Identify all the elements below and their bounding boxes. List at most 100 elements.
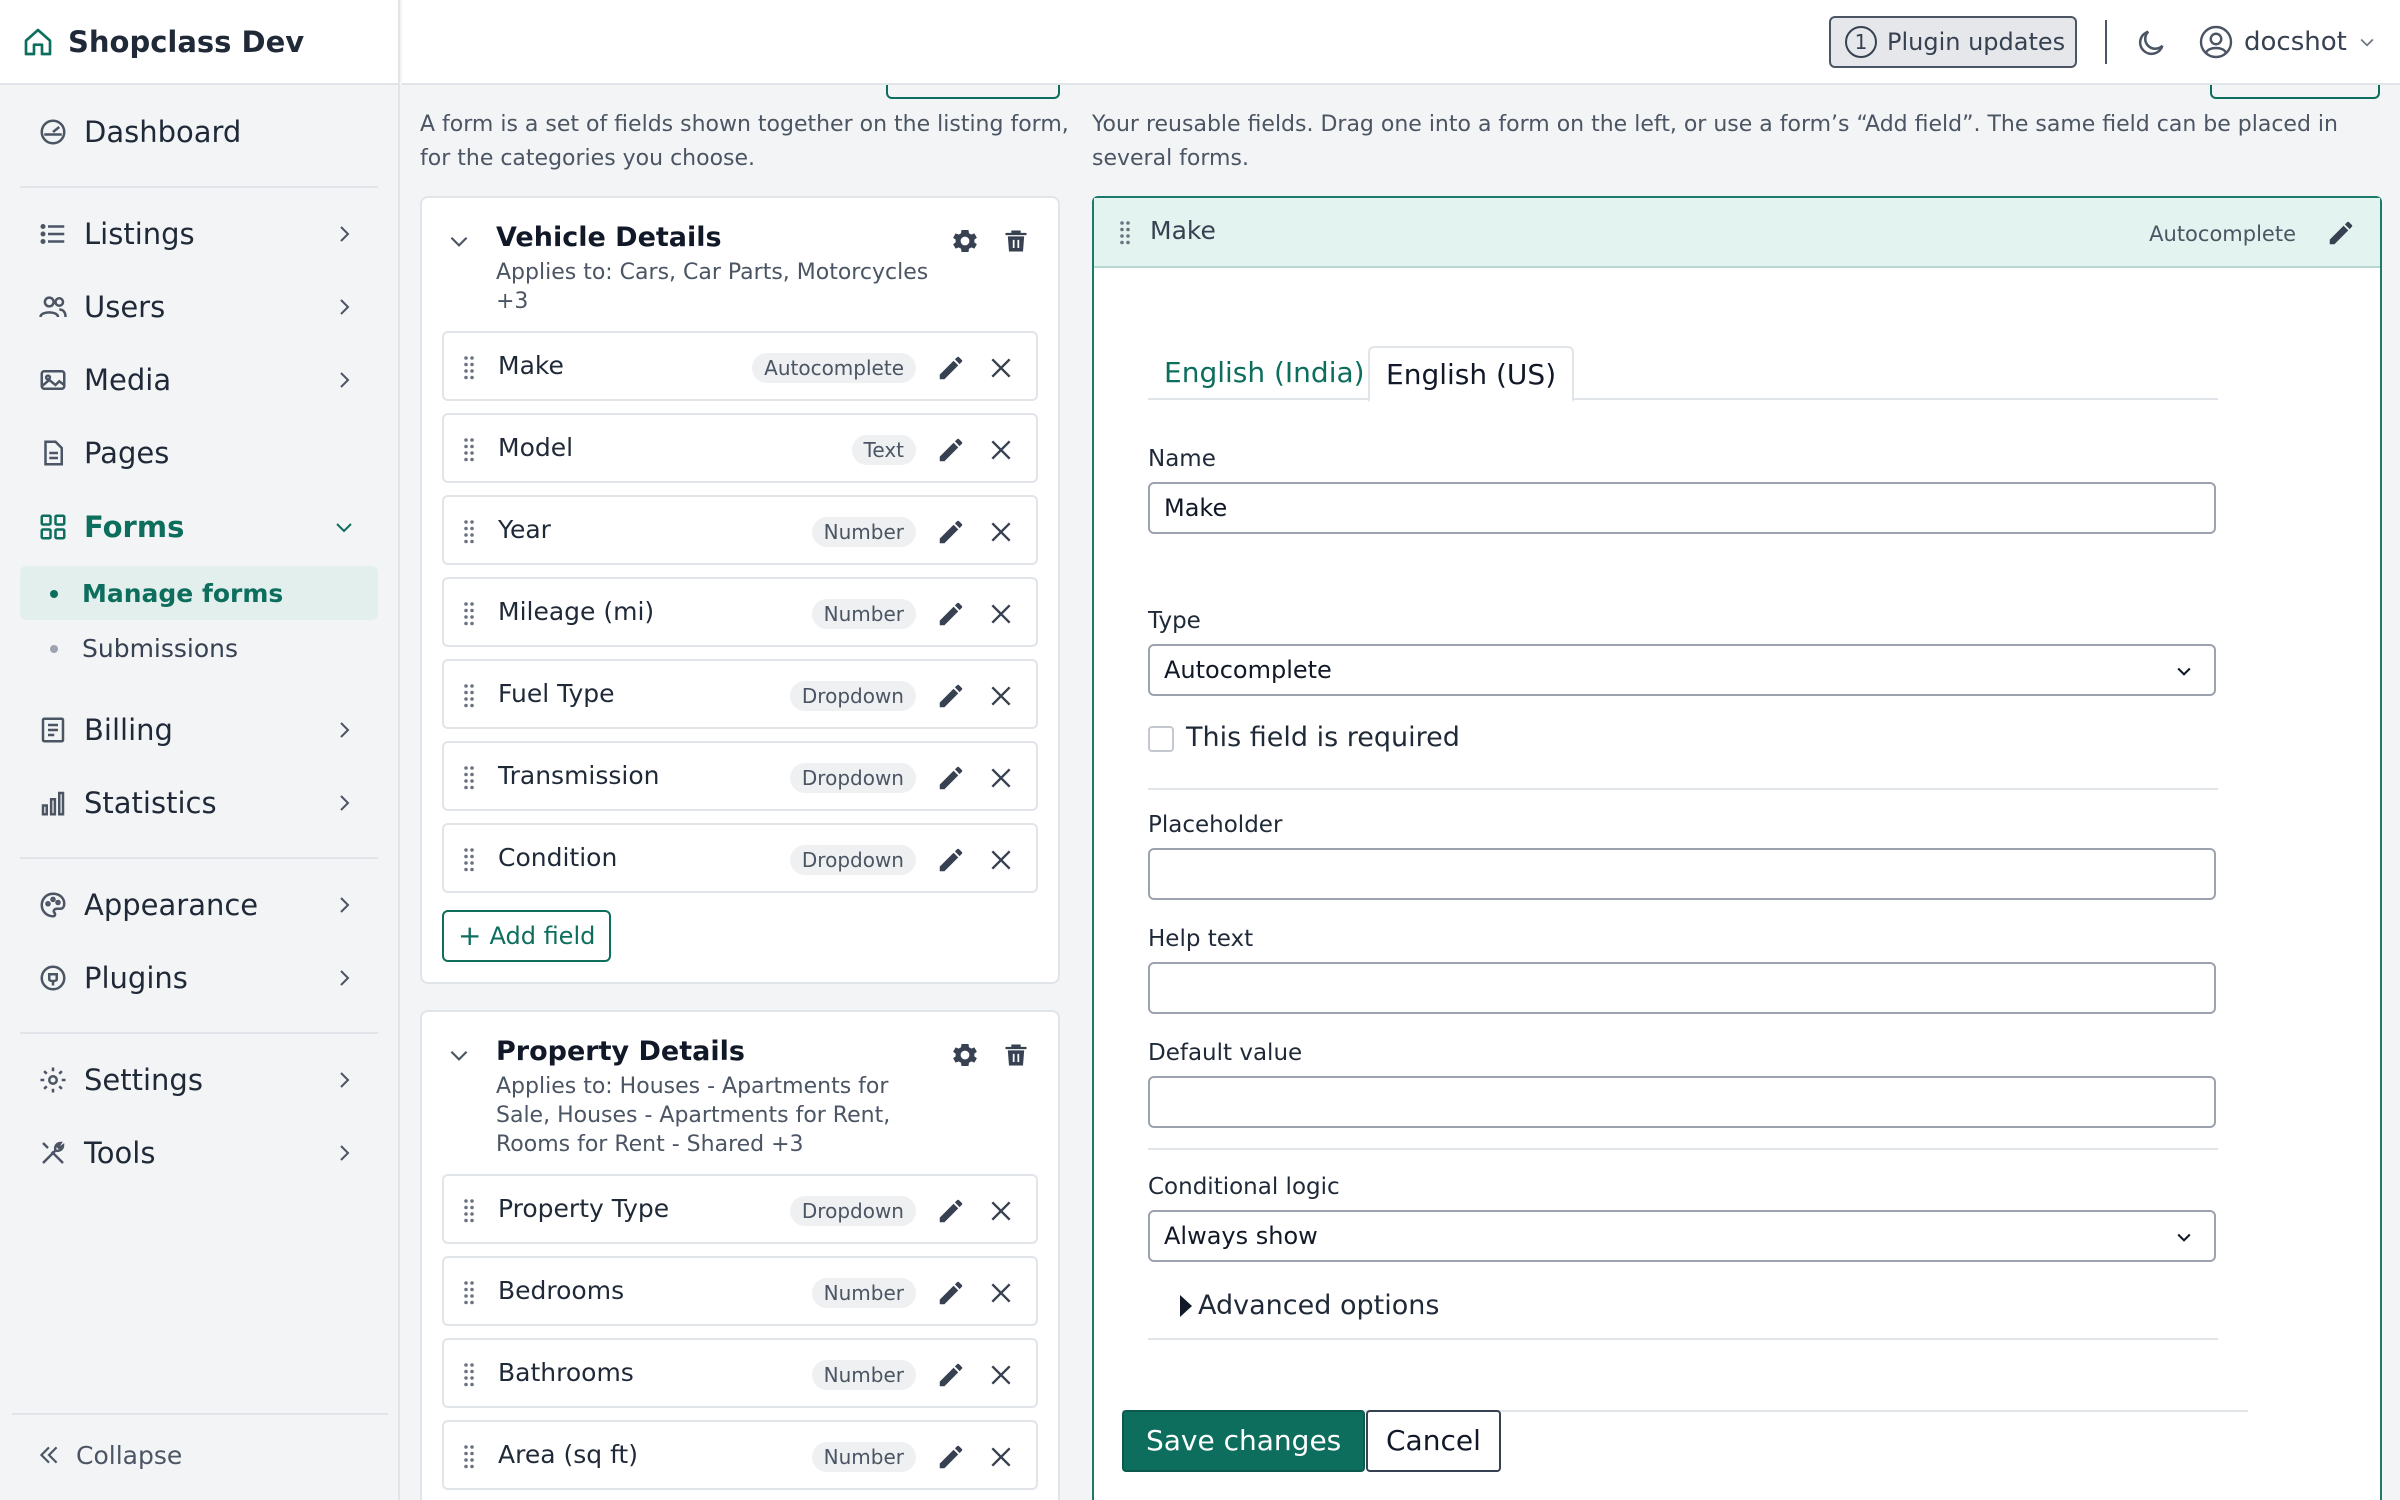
close-icon[interactable]: [988, 437, 1014, 463]
fields-header-button[interactable]: [2210, 85, 2380, 99]
pencil-icon[interactable]: [936, 353, 966, 383]
pencil-icon[interactable]: [936, 599, 966, 629]
brand[interactable]: Shopclass Dev: [0, 0, 398, 85]
chevron-down-icon[interactable]: [446, 1042, 472, 1068]
field-type-badge: Dropdown: [789, 1196, 916, 1226]
drag-handle-icon[interactable]: [462, 437, 476, 463]
field-name: Area (sq ft): [498, 1440, 638, 1469]
close-icon[interactable]: [988, 765, 1014, 791]
bullet-icon: [50, 645, 58, 653]
pencil-icon[interactable]: [936, 1196, 966, 1226]
sidebar-item-appearance[interactable]: Appearance: [20, 874, 378, 936]
sidebar-subitem-submissions[interactable]: Submissions: [20, 621, 378, 675]
drag-handle-icon[interactable]: [462, 683, 476, 709]
drag-handle-icon[interactable]: [462, 519, 476, 545]
field-row[interactable]: Fuel Type Dropdown: [442, 659, 1038, 729]
name-input[interactable]: Make: [1148, 482, 2216, 534]
pencil-icon[interactable]: [936, 845, 966, 875]
placeholder-input[interactable]: [1148, 848, 2216, 900]
drag-handle-icon[interactable]: [1118, 220, 1132, 246]
trash-icon[interactable]: [1002, 1040, 1030, 1070]
pencil-icon[interactable]: [936, 763, 966, 793]
field-row[interactable]: Mileage (mi) Number: [442, 577, 1038, 647]
sidebar-subitem-label: Manage forms: [82, 578, 284, 608]
plus-icon: +: [458, 919, 482, 952]
close-icon[interactable]: [988, 1280, 1014, 1306]
sidebar-item-users[interactable]: Users: [20, 276, 378, 338]
sidebar-item-statistics[interactable]: Statistics: [20, 772, 378, 834]
add-field-label: Add field: [489, 922, 596, 950]
drag-handle-icon[interactable]: [462, 1444, 476, 1470]
sidebar-item-billing[interactable]: Billing: [20, 699, 378, 761]
drag-handle-icon[interactable]: [462, 1280, 476, 1306]
save-button[interactable]: Save changes: [1122, 1410, 1366, 1472]
close-icon[interactable]: [988, 601, 1014, 627]
sidebar-item-dashboard[interactable]: Dashboard: [20, 101, 378, 163]
field-editor-name: Make: [1150, 216, 1216, 245]
pencil-icon[interactable]: [936, 1442, 966, 1472]
drag-handle-icon[interactable]: [462, 355, 476, 381]
moon-icon[interactable]: [2134, 26, 2168, 60]
gear-icon[interactable]: [950, 226, 980, 256]
close-icon[interactable]: [988, 519, 1014, 545]
pencil-icon[interactable]: [936, 435, 966, 465]
sidebar-item-forms[interactable]: Forms: [20, 496, 378, 558]
drag-handle-icon[interactable]: [462, 847, 476, 873]
conditional-logic-select[interactable]: Always show: [1148, 1210, 2216, 1262]
field-row[interactable]: Property Type Dropdown: [442, 1174, 1038, 1244]
sidebar-item-settings[interactable]: Settings: [20, 1049, 378, 1111]
close-icon[interactable]: [988, 683, 1014, 709]
bullet-icon: [50, 590, 58, 598]
field-row[interactable]: Make Autocomplete: [442, 331, 1038, 401]
default-value-input[interactable]: [1148, 1076, 2216, 1128]
pencil-icon[interactable]: [936, 681, 966, 711]
advanced-options-toggle[interactable]: Advanced options: [1180, 1290, 1439, 1321]
close-icon[interactable]: [988, 355, 1014, 381]
pencil-icon[interactable]: [2326, 218, 2356, 248]
sidebar-item-plugins[interactable]: Plugins: [20, 947, 378, 1009]
sidebar-item-tools[interactable]: Tools: [20, 1122, 378, 1184]
plugin-updates-button[interactable]: 1 Plugin updates: [1829, 16, 2077, 68]
drag-handle-icon[interactable]: [462, 765, 476, 791]
chevron-down-icon[interactable]: [446, 228, 472, 254]
forms-header-button[interactable]: [886, 85, 1060, 99]
collapse-button[interactable]: Collapse: [20, 1425, 182, 1485]
trash-icon[interactable]: [1002, 226, 1030, 256]
add-field-button[interactable]: + Add field: [442, 910, 612, 962]
field-row[interactable]: Bedrooms Number: [442, 1256, 1038, 1326]
sidebar-item-media[interactable]: Media: [20, 349, 378, 411]
sidebar-subitem-manage-forms[interactable]: Manage forms: [20, 566, 378, 620]
tab-english-us[interactable]: English (US): [1368, 346, 1575, 402]
field-row[interactable]: Bathrooms Number: [442, 1338, 1038, 1408]
field-row[interactable]: Transmission Dropdown: [442, 741, 1038, 811]
field-editor-header[interactable]: Make Autocomplete: [1094, 198, 2380, 268]
pencil-icon[interactable]: [936, 1360, 966, 1390]
drag-handle-icon[interactable]: [462, 1362, 476, 1388]
close-icon[interactable]: [988, 1198, 1014, 1224]
sidebar-item-listings[interactable]: Listings: [20, 203, 378, 265]
drag-handle-icon[interactable]: [462, 601, 476, 627]
close-icon[interactable]: [988, 1444, 1014, 1470]
cancel-button[interactable]: Cancel: [1366, 1410, 1501, 1472]
gear-icon[interactable]: [950, 1040, 980, 1070]
tools-icon: [38, 1138, 68, 1168]
pencil-icon[interactable]: [936, 517, 966, 547]
user-menu[interactable]: docshot: [2198, 22, 2377, 62]
topbar: 1 Plugin updates docshot: [402, 0, 2400, 85]
pencil-icon[interactable]: [936, 1278, 966, 1308]
help-text-input[interactable]: [1148, 962, 2216, 1014]
type-select[interactable]: Autocomplete: [1148, 644, 2216, 696]
avatar-icon: [2198, 24, 2234, 60]
close-icon[interactable]: [988, 847, 1014, 873]
required-checkbox[interactable]: [1148, 726, 1174, 752]
field-row[interactable]: Year Number: [442, 495, 1038, 565]
field-row[interactable]: Condition Dropdown: [442, 823, 1038, 893]
name-label: Name: [1148, 446, 1216, 472]
field-row[interactable]: Model Text: [442, 413, 1038, 483]
tab-english-india[interactable]: English (India): [1148, 346, 1381, 402]
sidebar-item-pages[interactable]: Pages: [20, 422, 378, 484]
field-row[interactable]: Area (sq ft) Number: [442, 1420, 1038, 1490]
drag-handle-icon[interactable]: [462, 1198, 476, 1224]
close-icon[interactable]: [988, 1362, 1014, 1388]
conditional-logic-label: Conditional logic: [1148, 1174, 1340, 1200]
